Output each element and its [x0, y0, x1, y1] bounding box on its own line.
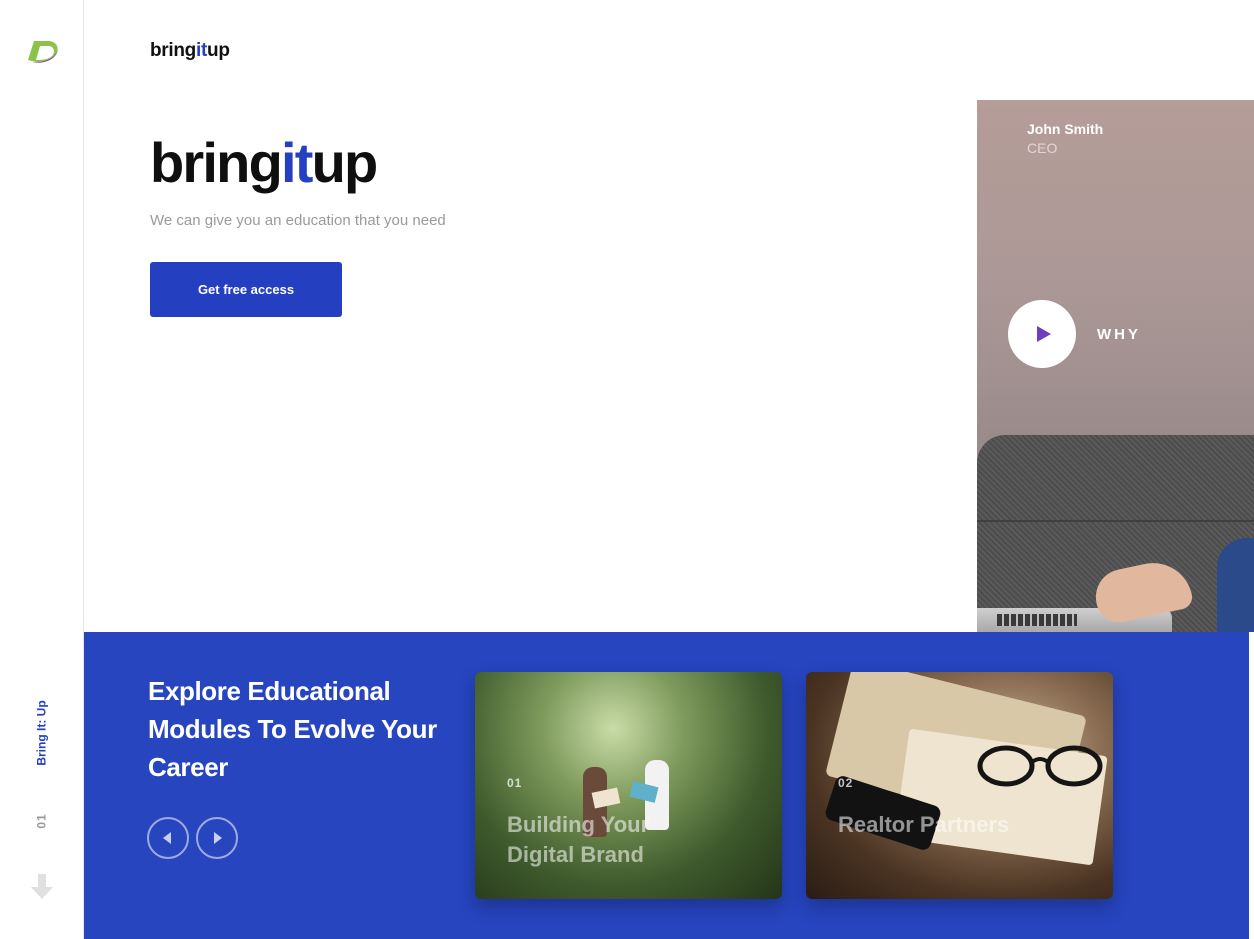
prev-button[interactable] [147, 817, 189, 859]
card-title: Realtor Partners [838, 812, 1010, 837]
hero-title-suffix: up [311, 131, 379, 194]
card-title: Building Your Digital Brand [507, 812, 650, 867]
laptop-keyboard [997, 614, 1077, 626]
sofa-seam [977, 520, 1254, 522]
hero-title-prefix: bring [150, 131, 283, 194]
slide-number: 01 [28, 808, 56, 834]
card-number: 02 [838, 776, 854, 790]
sidebar: Bring It: Up 01 [0, 0, 84, 939]
arrow-down-icon[interactable] [30, 874, 54, 900]
sidebar-vertical-text: Bring It: Up [35, 700, 50, 766]
header-logo-prefix: bring [150, 40, 196, 61]
video-card[interactable]: John Smith CEO WHY [977, 100, 1254, 632]
modules-section: Explore Educational Modules To Evolve Yo… [84, 632, 1249, 939]
get-free-access-button[interactable]: Get free access [150, 262, 342, 317]
module-card[interactable]: 01 Building Your Digital Brand [475, 672, 782, 899]
hero-title-it: it [280, 131, 313, 194]
module-card[interactable]: 02 Realtor Partners [806, 672, 1113, 899]
chevron-left-icon [163, 832, 171, 844]
hero-subtitle: We can give you an education that you ne… [150, 212, 446, 229]
modules-title: Explore Educational Modules To Evolve Yo… [148, 676, 437, 782]
next-button[interactable] [196, 817, 238, 859]
header-logo[interactable]: bringitup [150, 40, 230, 62]
arm-sleeve [1217, 538, 1254, 632]
brand-logo-icon[interactable] [22, 36, 62, 66]
sidebar-vertical-label: Bring It: Up [28, 698, 56, 768]
person-name: John Smith [1027, 121, 1104, 137]
play-button[interactable] [1008, 300, 1076, 368]
hero-title: bringitup [150, 130, 379, 195]
glasses-illustration [977, 745, 1103, 787]
chevron-right-icon [214, 832, 222, 844]
card-number: 01 [507, 776, 523, 790]
header-logo-it: it [196, 40, 208, 61]
person-role: CEO [1027, 140, 1058, 156]
header-logo-suffix: up [207, 40, 230, 61]
play-icon [1037, 326, 1051, 342]
why-label: WHY [1097, 326, 1141, 343]
slide-number-text: 01 [34, 813, 49, 829]
